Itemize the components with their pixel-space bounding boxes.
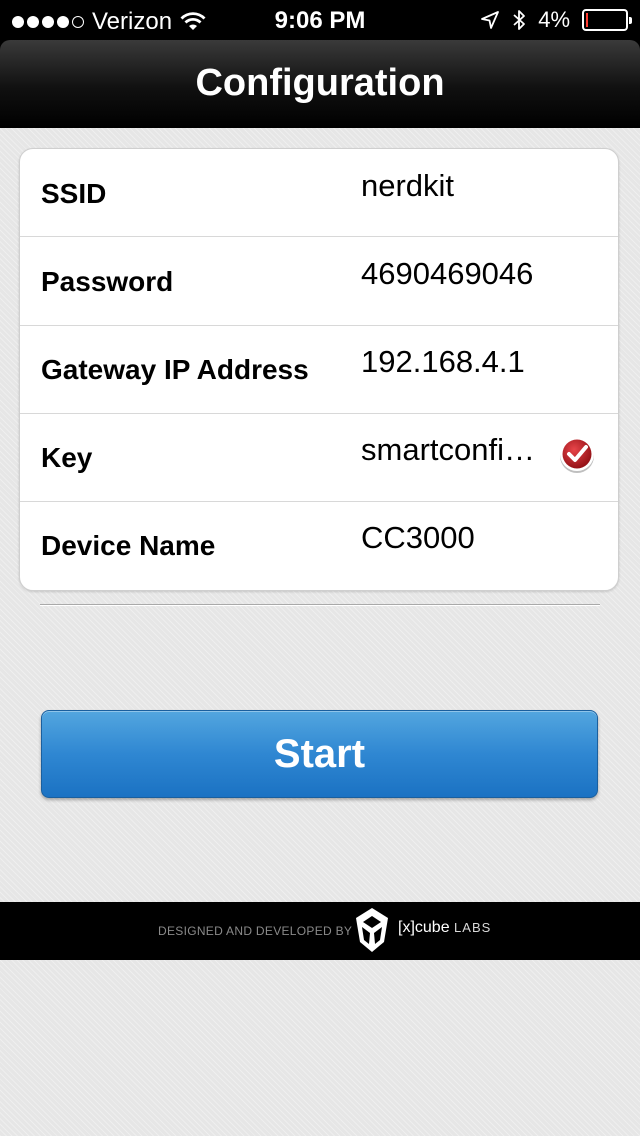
bluetooth-icon bbox=[513, 10, 526, 30]
status-right: 4% bbox=[480, 7, 632, 33]
start-button[interactable]: Start bbox=[41, 710, 598, 798]
battery-level-fill bbox=[586, 13, 588, 27]
form-row-gateway[interactable]: Gateway IP Address 192.168.4.1 bbox=[20, 326, 618, 414]
battery-icon bbox=[582, 9, 632, 31]
gateway-ip-field[interactable]: 192.168.4.1 bbox=[361, 344, 525, 380]
footer-credit-text: DESIGNED AND DEVELOPED BY bbox=[158, 924, 353, 938]
status-bar: Verizon 9:06 PM 4% bbox=[0, 0, 640, 40]
device-name-field[interactable]: CC3000 bbox=[361, 520, 475, 556]
footer-brand-name: [x]cube bbox=[398, 919, 450, 936]
battery-percent: 4% bbox=[538, 7, 570, 32]
ssid-label: SSID bbox=[41, 178, 107, 209]
form-row-device-name[interactable]: Device Name CC3000 bbox=[20, 502, 618, 590]
navigation-bar: Configuration bbox=[0, 40, 640, 128]
key-field[interactable]: smartconfi… bbox=[361, 432, 535, 468]
gateway-ip-label: Gateway IP Address bbox=[41, 354, 309, 385]
password-label: Password bbox=[41, 266, 174, 297]
key-valid-check-icon[interactable] bbox=[557, 435, 597, 475]
form-row-key[interactable]: Key smartconfi… bbox=[20, 414, 618, 502]
xcube-logo-icon bbox=[356, 908, 388, 952]
location-arrow-icon bbox=[481, 11, 500, 29]
footer-brand-suffix: LABS bbox=[454, 920, 492, 935]
configuration-form: SSID nerdkit Password 4690469046 Gateway… bbox=[19, 148, 619, 591]
divider bbox=[40, 604, 600, 606]
form-row-password[interactable]: Password 4690469046 bbox=[20, 238, 618, 326]
password-field[interactable]: 4690469046 bbox=[361, 256, 533, 292]
footer: DESIGNED AND DEVELOPED BY bbox=[0, 902, 640, 960]
key-label: Key bbox=[41, 442, 93, 473]
page-title: Configuration bbox=[195, 62, 445, 104]
footer-brand: [x]cube LABS bbox=[398, 919, 491, 937]
ssid-field[interactable]: nerdkit bbox=[361, 168, 454, 204]
form-row-ssid[interactable]: SSID nerdkit bbox=[20, 149, 618, 237]
device-name-label: Device Name bbox=[41, 530, 216, 561]
